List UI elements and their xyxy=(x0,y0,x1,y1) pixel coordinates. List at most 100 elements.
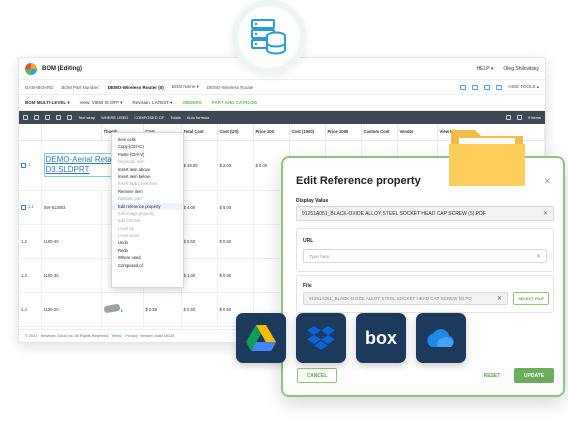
url-label: URL xyxy=(303,238,314,244)
part-cell[interactable]: 1100-40 xyxy=(41,224,102,259)
url-placeholder: Type here xyxy=(309,253,330,259)
col-header-cost-1000[interactable]: Cost (1000) xyxy=(289,124,326,141)
save-icon[interactable] xyxy=(496,84,503,90)
hide-tools-button[interactable]: HIDE TOOLS ▴ xyxy=(508,84,539,90)
zoom-out-icon[interactable] xyxy=(56,115,61,120)
display-value-field[interactable]: 91251A051_BLACK-OXIDE ALLOY STEEL SOCKET… xyxy=(296,206,554,221)
total-cost-cell[interactable]: $ 19.00 xyxy=(181,140,218,191)
zoom-in-icon[interactable] xyxy=(45,115,50,120)
multi-level-select[interactable]: BOM MULTI-LEVEL ▾ xyxy=(25,100,70,106)
cloud-database-badge xyxy=(232,0,306,74)
context-menu-item: Edit image property xyxy=(118,210,155,216)
row-number: 1.1 xyxy=(28,204,34,210)
view-select[interactable]: View: VIEW IS OFF ▾ xyxy=(80,100,123,106)
update-button[interactable]: UPDATE xyxy=(514,368,554,383)
close-icon[interactable]: ✕ xyxy=(543,176,551,187)
row-number: 1.3 xyxy=(19,258,42,293)
context-menu-item[interactable]: Where used xyxy=(112,254,183,261)
where-used-button[interactable]: WHERE USED xyxy=(101,115,128,120)
privacy-link[interactable]: Privacy xyxy=(125,334,137,338)
cost-us-cell[interactable]: $ 0.50 xyxy=(217,224,254,259)
context-menu-item[interactable]: Insert item below xyxy=(112,173,183,180)
select-file-button[interactable]: SELECT FILE xyxy=(513,292,549,305)
clear-url-icon[interactable]: ✕ xyxy=(536,253,541,260)
part-thumbnail[interactable] xyxy=(103,303,120,314)
context-menu-item[interactable]: Composed of xyxy=(112,262,183,269)
totals-toggle[interactable]: Totals xyxy=(170,115,180,120)
context-menu-item[interactable]: Copy (Ctrl+C) xyxy=(112,143,183,150)
context-menu-item[interactable]: Undo xyxy=(112,239,183,246)
url-card: URL Type here ✕ xyxy=(296,228,554,272)
part-cell[interactable]: 1100-30 xyxy=(41,258,102,293)
box-icon: box xyxy=(364,327,397,348)
dropbox-tile[interactable] xyxy=(296,313,346,363)
share-icon[interactable] xyxy=(484,84,491,90)
total-cost-cell[interactable]: $ 0.50 xyxy=(181,224,218,259)
row-number: 1.2 xyxy=(19,224,42,259)
auto-formula-toggle[interactable]: Auto formula xyxy=(187,115,210,120)
col-header-part[interactable] xyxy=(41,124,102,141)
row-checkbox[interactable] xyxy=(21,162,26,168)
window-icon[interactable] xyxy=(460,84,467,90)
composed-of-button[interactable]: COMPOSED OF xyxy=(134,115,164,120)
cancel-button[interactable]: CANCEL xyxy=(297,368,337,383)
col-header-price-100[interactable]: Price 100 xyxy=(253,124,290,141)
version-text: Version: build 18128 xyxy=(139,334,175,338)
total-cost-cell[interactable]: $ 1.00 xyxy=(181,258,218,293)
col-header-vendor[interactable]: Vendor xyxy=(397,124,438,141)
google-drive-tile[interactable] xyxy=(236,313,286,363)
context-menu-item[interactable]: Item cells xyxy=(112,136,183,143)
items-count: 9 items xyxy=(528,115,541,120)
text-wrap-toggle[interactable]: Text wrap xyxy=(78,115,95,120)
revision-select[interactable]: Revision: LATEST ▾ xyxy=(133,100,173,106)
col-header-total-cost[interactable]: Total Cost xyxy=(181,124,218,141)
col-header-price-1000[interactable]: Price 1000 xyxy=(325,124,362,141)
part-cell[interactable]: 1100-20 xyxy=(41,292,102,327)
clear-file-icon[interactable]: ✕ xyxy=(497,295,502,302)
context-menu-item: Release part xyxy=(118,196,142,202)
cost-cell[interactable]: $ 0.50 xyxy=(143,292,182,327)
quantity-cell[interactable]: 1 xyxy=(121,308,123,313)
context-menu-item[interactable]: Redo xyxy=(112,247,183,254)
context-menu-item[interactable]: Paste (Ctrl+V) xyxy=(112,151,183,158)
box-tile[interactable]: box xyxy=(356,313,406,363)
context-menu-item[interactable]: Remove item xyxy=(112,188,183,195)
dashboard-link[interactable]: DASHBOARD xyxy=(25,85,54,90)
bom-name-label[interactable]: BOM Name ▾ xyxy=(172,84,199,90)
copy-icon[interactable] xyxy=(472,84,479,90)
dropbox-icon xyxy=(307,325,335,350)
context-menu-item: Duplicate item xyxy=(118,159,145,165)
context-menu-item[interactable]: Insert item above xyxy=(112,166,183,173)
folder-icon xyxy=(449,130,525,186)
total-cost-cell[interactable]: $ 4.00 xyxy=(181,190,218,225)
help-menu[interactable]: HELP ▾ xyxy=(477,66,494,72)
cost-us-cell[interactable]: $ 0.50 xyxy=(217,258,254,293)
clear-display-icon[interactable]: ✕ xyxy=(543,210,548,217)
col-header-cost-us[interactable]: Cost (US) xyxy=(217,124,254,141)
search-icon[interactable] xyxy=(517,115,523,120)
col-header-custom-cost[interactable]: Custom Cost xyxy=(361,124,398,141)
context-menu: Item cells Copy (Ctrl+C) Paste (Ctrl+V) Dup… xyxy=(111,132,184,288)
settings-icon[interactable] xyxy=(67,115,72,120)
part-cell[interactable]: SW-913804 xyxy=(41,190,102,225)
total-cost-cell[interactable]: $ 0.50 xyxy=(181,292,218,327)
history-icon[interactable] xyxy=(506,115,512,120)
filter-icon[interactable] xyxy=(34,115,39,120)
add-row-icon[interactable] xyxy=(23,115,28,120)
reset-button[interactable]: RESET xyxy=(476,368,508,383)
bom-name-value: DEMO-Wireless Router xyxy=(206,84,254,90)
terms-link[interactable]: Terms xyxy=(111,334,121,338)
url-input[interactable]: Type here ✕ xyxy=(303,249,547,263)
col-header-number[interactable] xyxy=(19,124,42,141)
cost-us-cell[interactable]: $ 5.00 xyxy=(217,190,254,225)
context-menu-item: Edit formula xyxy=(118,218,141,224)
cost-us-cell[interactable]: $ 2.00 xyxy=(217,140,254,191)
row-checkbox[interactable] xyxy=(21,204,26,210)
onedrive-tile[interactable] xyxy=(416,313,466,363)
file-card: File 91251A051_BLACK-OXIDE ALLOY STEEL S… xyxy=(296,275,554,313)
orders-tab[interactable]: ORDERS xyxy=(182,100,201,105)
file-field[interactable]: 91251A051_BLACK-OXIDE ALLOY STEEL SOCKET… xyxy=(303,292,508,305)
user-menu[interactable]: Oleg Shilovitsky xyxy=(503,66,539,72)
part-catalog-tab[interactable]: PART AND CATALOG xyxy=(212,100,258,105)
context-menu-item[interactable]: Edit reference property xyxy=(112,202,183,210)
